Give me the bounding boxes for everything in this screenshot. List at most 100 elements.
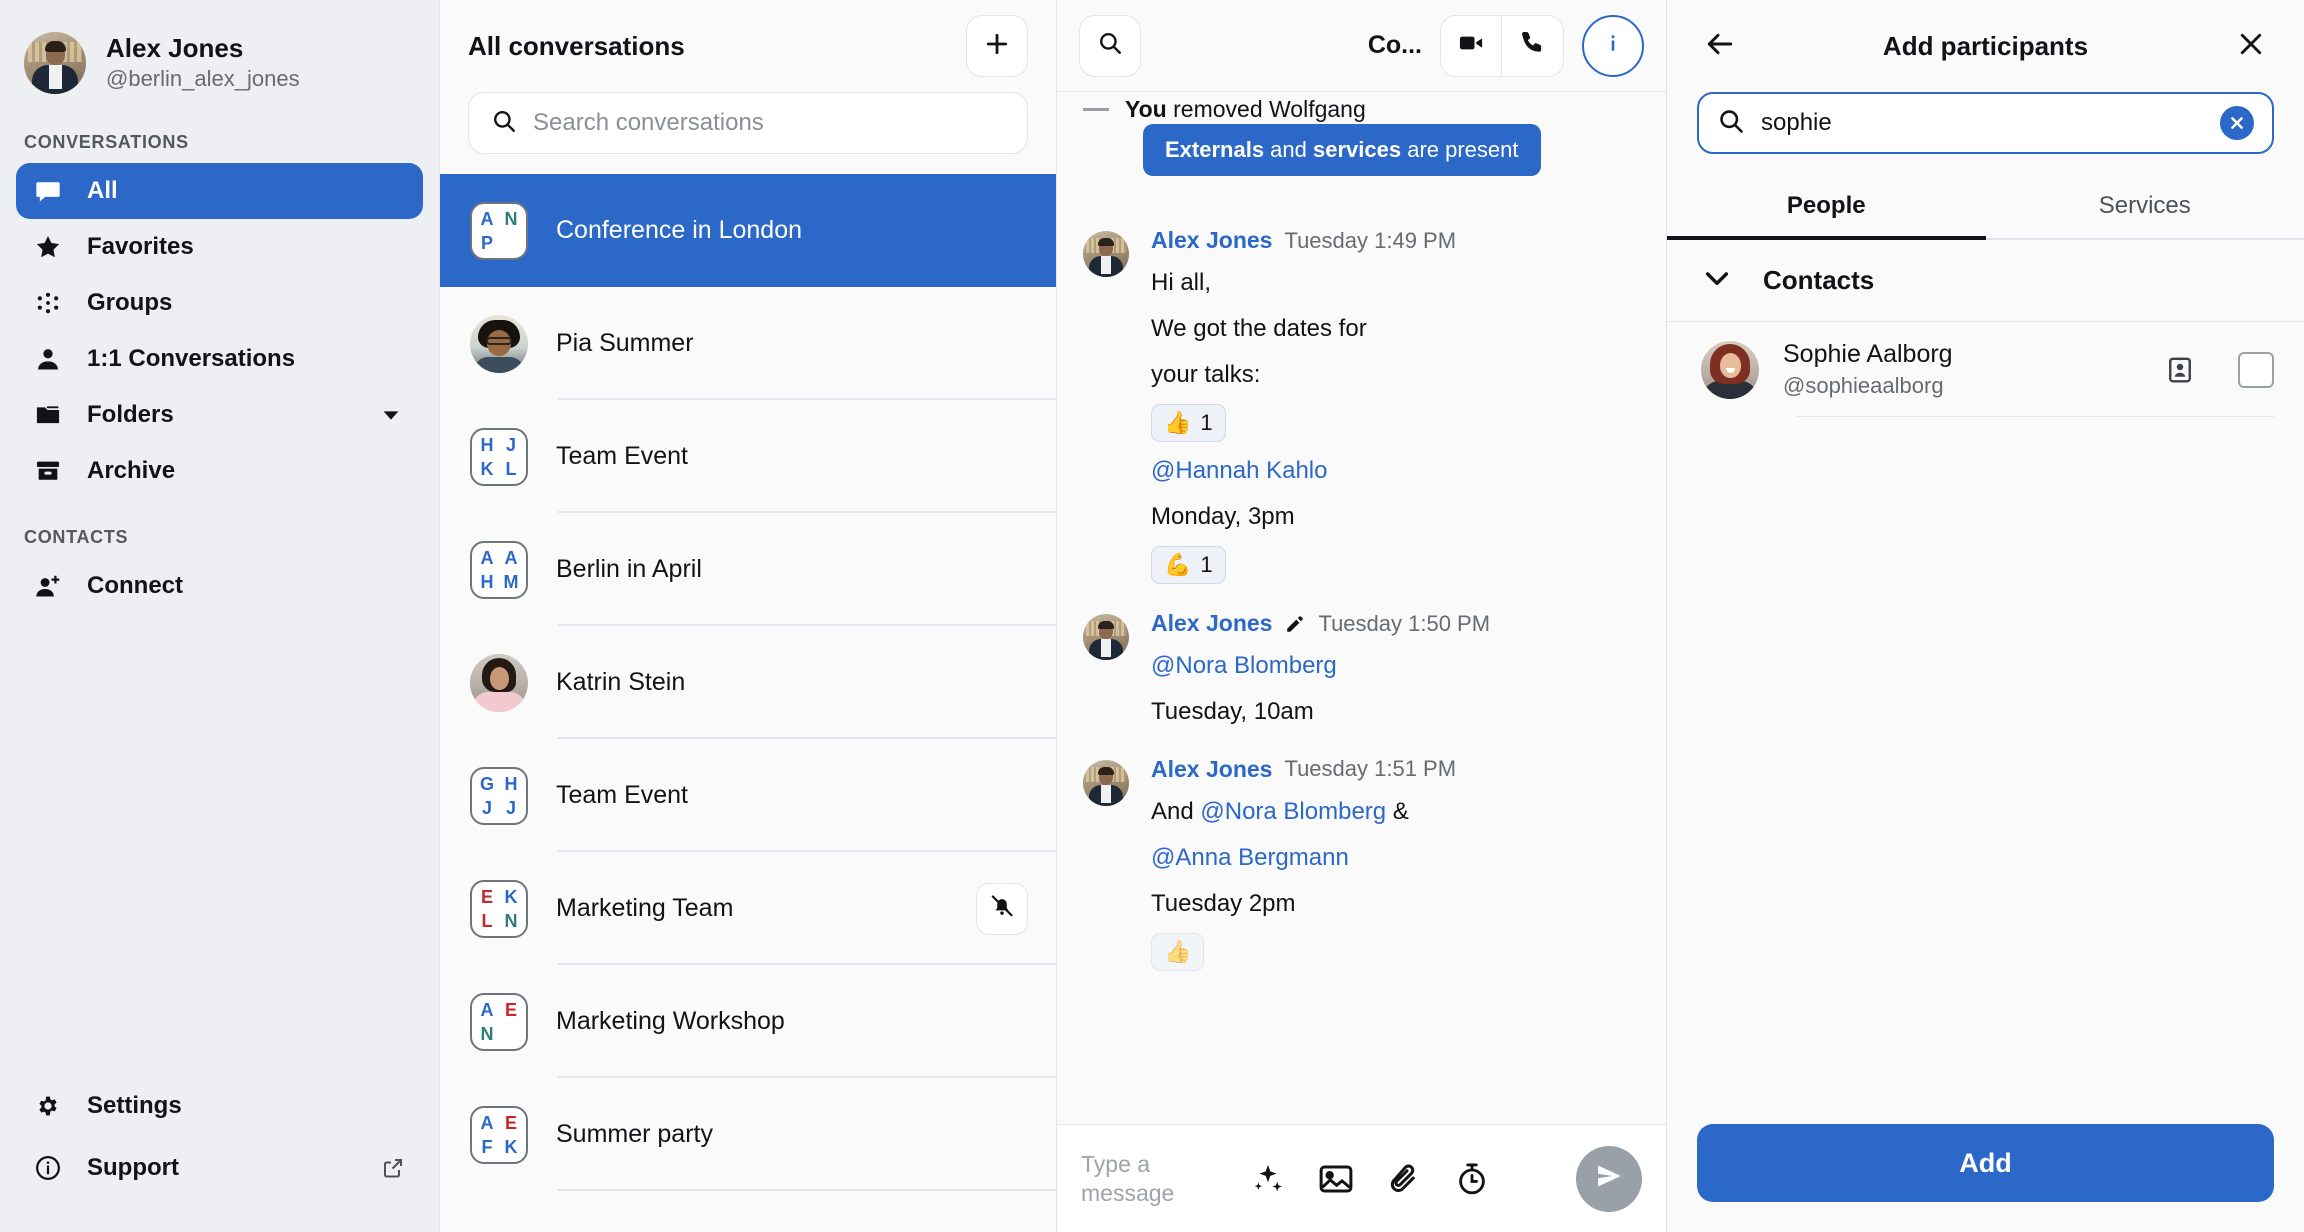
avatar[interactable] <box>1083 231 1129 277</box>
banner-bold-services: services <box>1313 137 1402 162</box>
search-conversations-box[interactable] <box>468 92 1028 154</box>
sidebar-item-groups[interactable]: Groups <box>16 275 423 331</box>
sidebar-item-connect[interactable]: Connect <box>16 558 423 614</box>
back-button[interactable] <box>1697 23 1743 69</box>
conversation-item-team-event-2[interactable]: G H J J Team Event <box>440 739 1056 852</box>
divider-line <box>1083 108 1109 111</box>
sidebar-item-all[interactable]: All <box>16 163 423 219</box>
message-timestamp: Tuesday 1:51 PM <box>1284 756 1457 782</box>
conversation-item-marketing-workshop[interactable]: A E N Marketing Workshop <box>440 965 1056 1078</box>
message-sender[interactable]: Alex Jones <box>1151 227 1272 254</box>
external-link-icon[interactable] <box>380 1155 406 1181</box>
avatar-initial: A <box>480 547 494 568</box>
message-sender[interactable]: Alex Jones <box>1151 756 1272 783</box>
participant-search-box[interactable] <box>1697 92 2274 154</box>
system-message: You removed Wolfgang <box>1057 92 1666 123</box>
image-icon[interactable] <box>1309 1152 1363 1206</box>
checkbox-unchecked-icon[interactable] <box>2238 351 2274 388</box>
avatar[interactable] <box>1083 759 1129 806</box>
sidebar-item-label: Settings <box>87 1092 182 1119</box>
message-sender[interactable]: Alex Jones <box>1151 610 1272 637</box>
system-message-rest: removed Wolfgang <box>1166 96 1366 122</box>
mention-link[interactable]: @Hannah Kahlo <box>1151 454 1640 488</box>
message-text-pre: And <box>1151 797 1201 825</box>
reaction-badge[interactable]: 💪 1 <box>1151 546 1226 585</box>
banner-bold-externals: Externals <box>1165 137 1265 162</box>
contacts-group-title: Contacts <box>1763 265 1875 295</box>
chevron-down-icon[interactable] <box>1701 262 1733 299</box>
avatar[interactable] <box>1083 614 1129 661</box>
sidebar-item-one-to-one[interactable]: 1:1 Conversations <box>16 331 423 387</box>
sidebar-item-folders[interactable]: Folders <box>16 387 423 443</box>
group-initials-avatar: A E N <box>470 992 528 1051</box>
message-timestamp: Tuesday 1:50 PM <box>1318 610 1491 636</box>
video-call-button[interactable] <box>1440 14 1502 77</box>
sidebar-item-favorites[interactable]: Favorites <box>16 219 423 275</box>
send-button[interactable] <box>1576 1145 1642 1212</box>
sidebar-item-settings[interactable]: Settings <box>16 1078 423 1134</box>
gear-icon <box>33 1091 63 1121</box>
tab-services[interactable]: Services <box>1986 176 2304 238</box>
message-composer: Type a message <box>1057 1124 1666 1232</box>
group-initials-avatar: G H J J <box>470 766 528 825</box>
composer-icons <box>1241 1152 1499 1206</box>
avatar[interactable] <box>24 32 86 94</box>
avatar-initial: H <box>480 571 494 592</box>
conversation-name: Conference in London <box>556 216 803 244</box>
avatar-initial: K <box>504 1136 518 1157</box>
list-item[interactable]: Sophie Aalborg @sophieaalborg <box>1667 322 2304 417</box>
message-input[interactable]: Type a message <box>1081 1150 1221 1208</box>
add-button[interactable]: Add <box>1697 1124 2274 1202</box>
message-text: Monday, 3pm <box>1151 503 1295 531</box>
sidebar-item-archive[interactable]: Archive <box>16 443 423 499</box>
mention-link[interactable]: @Nora Blomberg <box>1200 798 1386 825</box>
conversation-item-marketing-team[interactable]: E K L N Marketing Team <box>440 852 1056 965</box>
muscle-emoji: 💪 <box>1164 552 1192 578</box>
conversation-info-button[interactable] <box>1582 14 1644 77</box>
conversation-item-conference-in-london[interactable]: A N P Conference in London <box>440 174 1056 287</box>
chat-search-button[interactable] <box>1079 14 1141 77</box>
reaction-badge-partial[interactable]: 👍 <box>1151 932 1205 971</box>
conversation-item-katrin-stein[interactable]: Katrin Stein <box>440 626 1056 739</box>
avatar-initial: H <box>480 434 494 455</box>
reaction-badge[interactable]: 👍 1 <box>1151 404 1226 443</box>
conversation-search-wrapper <box>440 92 1056 174</box>
reaction-count: 1 <box>1200 552 1213 578</box>
conversation-name: Marketing Workshop <box>556 1007 785 1035</box>
conversation-list-panel: All conversations A N P <box>440 0 1057 1232</box>
mention-link[interactable]: @Nora Blomberg <box>1151 649 1640 683</box>
tab-people[interactable]: People <box>1667 176 1986 240</box>
avatar-initial: E <box>480 886 493 907</box>
emoji-sparkle-icon[interactable] <box>1241 1152 1295 1206</box>
conversation-item-pia-summer[interactable]: Pia Summer <box>440 287 1056 400</box>
avatar-initial: E <box>504 999 517 1020</box>
conversation-item-summer-party[interactable]: A E F K Summer party <box>440 1078 1056 1191</box>
contact-card-icon[interactable] <box>2160 350 2200 390</box>
conversation-item-team-event-1[interactable]: H J K L Team Event <box>440 400 1056 513</box>
conversation-item-berlin-in-april[interactable]: A A H M Berlin in April <box>440 513 1056 626</box>
conversation-rows: A N P Conference in London Pia Summer H <box>440 174 1056 1232</box>
sidebar-item-label: 1:1 Conversations <box>87 345 296 372</box>
clear-circle-icon[interactable] <box>2220 106 2254 140</box>
new-conversation-button[interactable] <box>966 15 1028 77</box>
conversation-name: Berlin in April <box>556 555 702 583</box>
participant-search-input[interactable] <box>1761 109 2204 137</box>
sidebar-item-label: Folders <box>87 401 174 428</box>
contacts-group-header[interactable]: Contacts <box>1667 240 2304 322</box>
avatar-initial: M <box>503 571 519 592</box>
conversations-section-label: CONVERSATIONS <box>24 132 189 152</box>
timer-icon[interactable] <box>1445 1152 1499 1206</box>
mute-toggle-button[interactable] <box>976 882 1028 935</box>
person-name: Sophie Aalborg <box>1783 340 1953 368</box>
user-profile[interactable]: Alex Jones @berlin_alex_jones <box>0 0 439 104</box>
mention-link[interactable]: @Anna Bergmann <box>1151 841 1640 875</box>
close-button[interactable] <box>2228 23 2274 69</box>
chevron-down-icon[interactable] <box>376 400 406 430</box>
paperclip-icon[interactable] <box>1377 1152 1431 1206</box>
audio-call-button[interactable] <box>1502 14 1564 77</box>
message-text: Hi all, <box>1151 269 1212 296</box>
search-input[interactable] <box>533 109 1005 137</box>
group-initials-avatar: H J K L <box>470 427 528 486</box>
groups-icon <box>33 288 63 318</box>
sidebar-item-support[interactable]: Support <box>16 1140 423 1196</box>
